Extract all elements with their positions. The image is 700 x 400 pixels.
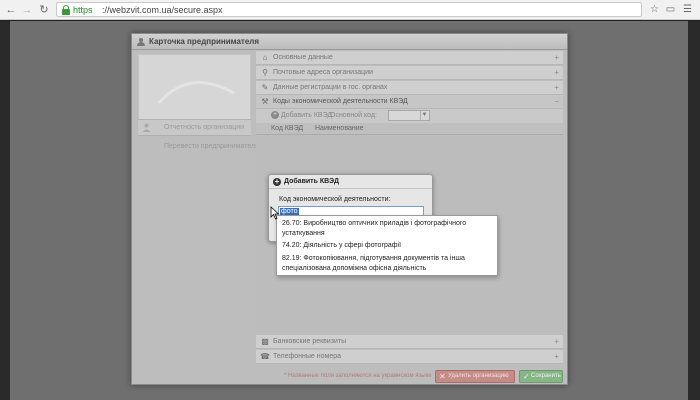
dialog-header: + Добавить КВЭД [269, 175, 432, 189]
bookmark-star-icon[interactable]: ☆ [648, 3, 661, 16]
tab-label: Перевести предпринимателя [164, 143, 259, 150]
expand-icon[interactable]: + [554, 337, 559, 346]
decorative-swoosh-icon [157, 81, 235, 104]
item-text: 26.70: Виробництво оптичних приладів і ф… [282, 220, 467, 227]
section-kved-codes[interactable]: ⚒ Коды экономической деятельности КВЭД − [256, 95, 563, 109]
section-label: Почтовые адреса организации [273, 69, 373, 76]
check-icon: ✓ [523, 372, 530, 381]
collapse-icon[interactable]: − [554, 97, 559, 106]
browser-toolbar: ← → ↻ https ://webzvit.com.ua/secure.asp… [0, 0, 700, 20]
save-button[interactable]: ✓ Сохранить [519, 370, 563, 383]
autocomplete-item[interactable]: 26.70: Виробництво оптичних приладів і ф… [282, 219, 494, 239]
modal-title: Карточка предпринимателя [149, 37, 260, 46]
section-label: Основные данные [273, 54, 333, 61]
add-kved-label: Добавить КВЭД [280, 111, 333, 119]
menu-icon[interactable]: ☰ [681, 3, 694, 16]
item-text: 74.20: Діяльність у сфері фотографії [282, 242, 402, 249]
expand-icon[interactable]: + [554, 68, 559, 77]
section-basic-data[interactable]: ⌂ Основные данные + [256, 51, 563, 65]
tab-organization-reports[interactable]: Отчетность организации [138, 119, 251, 136]
section-postal-addresses[interactable]: ⚲ Почтовые адреса организации + [256, 66, 563, 80]
url-scheme: https [73, 5, 93, 15]
main-code-select[interactable]: ▼ [388, 110, 430, 121]
user-icon [142, 123, 151, 132]
main-code-label: Основной код: [330, 112, 377, 119]
reload-icon[interactable]: ↻ [37, 3, 51, 17]
home-icon: ⌂ [262, 53, 268, 62]
section-bank-details[interactable]: ▩ Банковские реквизиты + [256, 335, 563, 349]
section-label: Банковские реквизиты [273, 338, 347, 345]
chevron-down-icon[interactable]: ▼ [420, 111, 428, 120]
expand-icon[interactable]: + [554, 53, 559, 62]
autocomplete-item[interactable]: 82.19: Фотокопіювання, підготування доку… [282, 254, 494, 274]
column-header-name[interactable]: Наименование [315, 125, 364, 132]
url-path: ://webzvit.com.ua/secure.aspx [102, 5, 223, 15]
section-label: Коды экономической деятельности КВЭД [273, 98, 408, 105]
autocomplete-list: 26.70: Виробництво оптичних приладів і ф… [276, 215, 498, 276]
section-label: Данные регистрации в гос. органах [273, 84, 388, 91]
tools-icon: ⚒ [261, 97, 269, 106]
tab-label: Отчетность организации [164, 124, 245, 131]
activity-code-label: Код экономической деятельности: [279, 196, 391, 203]
section-registration-data[interactable]: ✎ Данные регистрации в гос. органах + [256, 81, 563, 95]
address-bar[interactable]: https ://webzvit.com.ua/secure.aspx [56, 2, 642, 17]
section-phone-numbers[interactable]: ☎ Телефонные номера + [256, 350, 563, 364]
tab-transfer-entrepreneur[interactable]: Перевести предпринимателя [138, 139, 259, 156]
phone-icon: ☎ [260, 352, 270, 361]
delete-organization-button[interactable]: ✕ Удалить организацию [435, 370, 515, 383]
modal-footer: * Названные поля заполняются на украинск… [132, 368, 567, 386]
page-right-edge [688, 21, 700, 400]
required-fields-note: * Названные поля заполняются на украинск… [284, 373, 432, 379]
item-text: 82.19: Фотокопіювання, підготування доку… [282, 255, 465, 262]
add-kved-button[interactable]: + Добавить КВЭД [271, 111, 332, 122]
modal-header: Карточка предпринимателя [132, 34, 567, 50]
edit-pencil-icon: ✎ [261, 83, 269, 92]
location-pin-icon: ⚲ [262, 68, 268, 77]
close-icon: ✕ [439, 372, 446, 381]
expand-icon[interactable]: + [554, 83, 559, 92]
dialog-title: Добавить КВЭД [284, 178, 339, 185]
forward-arrow-icon[interactable]: → [20, 3, 34, 17]
bank-icon: ▩ [261, 337, 269, 346]
mouse-cursor-icon [270, 206, 280, 220]
item-text: спеціалізована допоміжна офісна діяльніс… [282, 265, 427, 272]
lock-icon [62, 5, 70, 15]
delete-label: Удалить организацию [448, 373, 509, 379]
autocomplete-item[interactable]: 74.20: Діяльність у сфері фотографії [282, 241, 494, 251]
item-text: устаткування [282, 230, 325, 237]
plus-circle-icon: + [273, 177, 281, 186]
page-left-edge [0, 21, 10, 400]
section-label: Телефонные номера [273, 353, 342, 360]
kved-toolbar: + Добавить КВЭД Основной код: ▼ [256, 109, 563, 123]
input-value: фото [280, 208, 299, 215]
save-label: Сохранить [531, 373, 561, 379]
expand-icon[interactable]: + [554, 352, 559, 361]
plus-circle-icon: + [271, 111, 279, 119]
cast-icon[interactable]: ▭ [664, 3, 677, 16]
kved-grid-header: Код КВЭД Наименование [256, 123, 563, 135]
column-header-code[interactable]: Код КВЭД [271, 125, 303, 132]
user-icon [137, 38, 145, 46]
back-arrow-icon[interactable]: ← [4, 3, 18, 17]
